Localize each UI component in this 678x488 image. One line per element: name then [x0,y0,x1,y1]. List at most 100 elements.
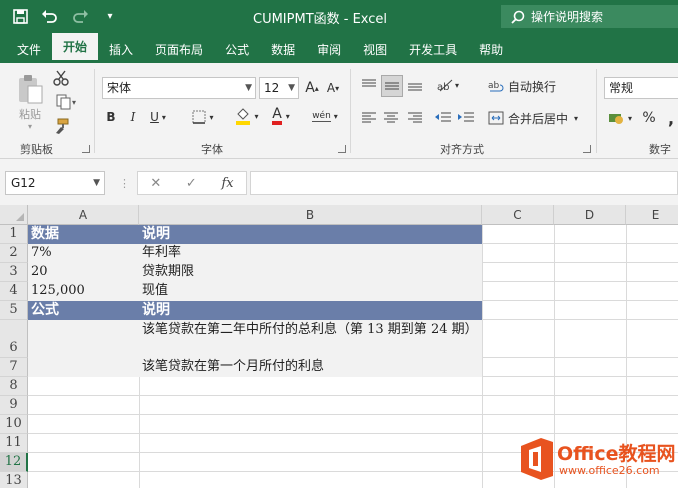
align-right-icon[interactable] [405,108,425,128]
tell-me-search[interactable]: 操作说明搜索 [501,5,678,28]
header-band [28,301,482,320]
column-header-b[interactable]: B [139,205,482,225]
increase-indent-icon[interactable] [456,108,476,128]
tab-developer[interactable]: 开发工具 [398,37,468,63]
formula-bar: G12 ▼ ⋮ ✕ ✓ fx [0,159,678,205]
cell-b4[interactable]: 现值 [142,282,168,300]
wrap-text-button[interactable]: ab 自动换行 [488,75,568,97]
clipboard-launcher-icon[interactable] [82,145,90,153]
underline-button[interactable]: U ▾ [144,107,172,127]
phonetic-icon[interactable]: wén ▾ [308,105,342,127]
tab-file[interactable]: 文件 [6,37,52,63]
column-header-e[interactable]: E [626,205,678,225]
fill-color-icon[interactable]: ▾ [232,105,262,127]
align-left-icon[interactable] [359,108,379,128]
cell-a1[interactable]: 数据 [31,225,59,243]
cell-a5[interactable]: 公式 [31,301,59,319]
tab-home[interactable]: 开始 [52,33,99,63]
increase-font-icon[interactable]: A ▴ [302,78,322,98]
format-painter-icon[interactable] [52,117,70,135]
row-header[interactable]: 9 [0,396,28,415]
merge-icon [488,111,504,125]
row-header[interactable]: 11 [0,434,28,453]
row-header[interactable]: 2 [0,244,28,263]
percent-style-button[interactable]: % [640,107,658,129]
wrap-text-label: 自动换行 [508,79,557,94]
decrease-font-icon[interactable]: A ▾ [323,78,343,98]
enter-icon[interactable]: ✓ [186,176,197,191]
number-group-label: 数字 [649,143,671,156]
save-icon[interactable] [10,6,30,26]
paste-button[interactable]: 粘贴 ▾ [12,71,48,133]
row-header[interactable]: 8 [0,377,28,396]
align-center-icon[interactable] [381,108,401,128]
chevron-down-icon: ▼ [288,83,295,93]
borders-icon[interactable]: ▾ [188,107,218,127]
customize-toolbar-icon[interactable]: ▾ [100,6,120,26]
font-color-icon[interactable]: A ▾ [266,105,296,127]
name-box[interactable]: G12 ▼ [5,171,105,195]
underline-label: U [150,110,159,124]
formula-input[interactable] [250,171,678,195]
accounting-format-icon[interactable]: ▾ [604,107,636,129]
cell-b1[interactable]: 说明 [142,225,170,243]
font-size-select[interactable]: 12 ▼ [259,77,299,99]
align-top-icon[interactable] [359,75,379,95]
column-header-d[interactable]: D [554,205,626,225]
row-header[interactable]: 5 [0,301,28,320]
chevron-down-icon: ▼ [93,178,100,188]
row-header[interactable]: 7 [0,358,28,377]
row-header[interactable]: 10 [0,415,28,434]
orientation-icon[interactable]: ab ▾ [433,75,463,95]
cancel-icon[interactable]: ✕ [150,176,161,191]
align-bottom-icon[interactable] [405,75,425,95]
decrease-indent-icon[interactable] [433,108,453,128]
row-header[interactable]: 13 [0,472,28,488]
tab-page-layout[interactable]: 页面布局 [144,37,214,63]
row-header[interactable]: 6 [0,320,28,358]
paste-label: 粘贴 [19,107,41,121]
undo-icon[interactable] [40,6,60,26]
tab-insert[interactable]: 插入 [98,37,144,63]
chevron-down-icon: ▼ [245,83,252,93]
cell-a4[interactable]: 125,000 [31,282,85,300]
cell-b7[interactable]: 该笔贷款在第一个月所付的利息 [142,358,324,376]
italic-button[interactable]: I [124,107,142,127]
cell-b2[interactable]: 年利率 [142,244,181,262]
cut-icon[interactable] [52,69,70,87]
column-header-a[interactable]: A [28,205,139,225]
insert-function-icon[interactable]: fx [221,176,233,191]
bold-button[interactable]: B [102,107,120,127]
redo-icon[interactable] [70,6,90,26]
font-launcher-icon[interactable] [338,145,346,153]
cell-b5[interactable]: 说明 [142,301,170,319]
tab-view[interactable]: 视图 [352,37,398,63]
tab-data[interactable]: 数据 [260,37,306,63]
cell-a2[interactable]: 7% [31,244,52,262]
row-header-selected[interactable]: 12 [0,453,28,472]
cell-b6[interactable]: 该笔贷款在第二年中所付的总利息（第 13 期到第 24 期） [142,319,480,340]
row-header[interactable]: 4 [0,282,28,301]
alignment-launcher-icon[interactable] [583,145,591,153]
tab-review[interactable]: 审阅 [306,37,352,63]
tab-formulas[interactable]: 公式 [214,37,260,63]
font-name-select[interactable]: 宋体 ▼ [102,77,256,99]
gridline [28,433,678,434]
formula-bar-grip-icon: ⋮ [119,177,130,190]
row-header[interactable]: 1 [0,225,28,244]
data-band [28,244,482,301]
row-header[interactable]: 3 [0,263,28,282]
select-all-button[interactable] [0,205,28,225]
align-middle-icon[interactable] [381,75,403,97]
number-format-value: 常规 [609,81,634,95]
ribbon-tabs: 文件 开始 插入 页面布局 公式 数据 审阅 视图 开发工具 帮助 [0,33,678,63]
tab-help[interactable]: 帮助 [468,37,514,63]
copy-icon[interactable]: ▾ [52,93,80,111]
merge-center-button[interactable]: 合并后居中 ▾ [488,107,598,129]
number-format-select[interactable]: 常规 [604,77,678,99]
comma-style-button[interactable]: , [664,107,678,129]
cell-a3[interactable]: 20 [31,263,48,281]
chevron-down-icon: ▾ [574,113,579,123]
column-header-c[interactable]: C [482,205,554,225]
cell-b3[interactable]: 贷款期限 [142,263,194,281]
